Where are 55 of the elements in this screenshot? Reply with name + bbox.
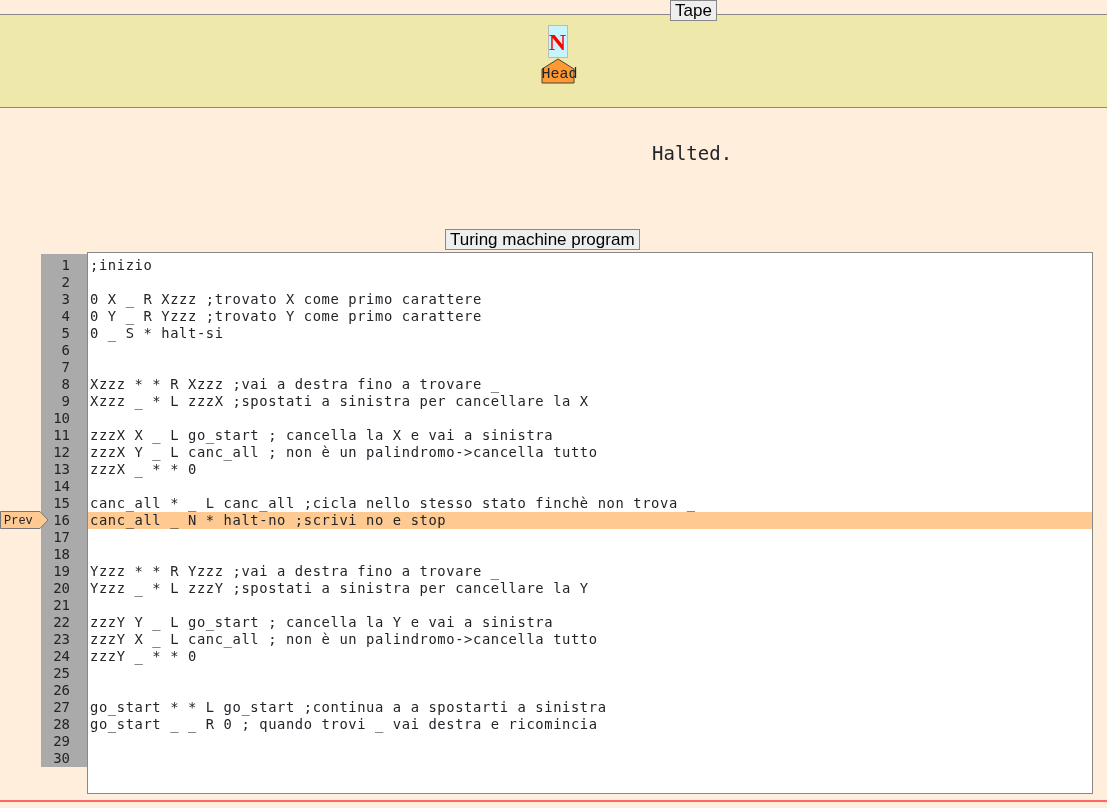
line-number: 24 (52, 648, 71, 665)
line-number: 23 (52, 631, 71, 648)
line-number: 18 (52, 546, 71, 563)
tape-legend: Tape (670, 0, 717, 21)
line-number: 25 (52, 665, 71, 682)
line-number: 15 (52, 495, 71, 512)
code-line: zzzX _ * * 0 (90, 461, 197, 478)
line-number: 20 (52, 580, 71, 597)
line-number: 14 (52, 478, 71, 495)
code-line: zzzX Y _ L canc_all ; non è un palindromo->cancella tutto (90, 444, 598, 461)
line-number: 4 (60, 308, 71, 325)
line-number: 29 (52, 733, 71, 750)
line-number: 3 (60, 291, 71, 308)
code-line: canc_all * _ L canc_all ;cicla nello stesso stato finchè non trova _ (90, 495, 696, 512)
code-line: zzzY Y _ L go_start ; cancella la Y e vai a sinistra (90, 614, 554, 631)
line-number: 12 (52, 444, 71, 461)
line-number: 8 (60, 376, 71, 393)
code-line: go_start _ _ R 0 ; quando trovi _ vai destra e ricomincia (90, 716, 598, 733)
line-number: 28 (52, 716, 71, 733)
line-number: 26 (52, 682, 71, 699)
code-line: 0 _ S * halt-si (90, 325, 224, 342)
tape-cell: N (547, 25, 568, 58)
code-line: Xzzz _ * L zzzX ;spostati a sinistra per cancellare la X (90, 393, 589, 410)
line-number: 11 (52, 427, 71, 444)
head-label: Head (541, 66, 578, 83)
prev-marker: Prev (0, 511, 49, 529)
code-line: canc_all _ N * halt-no ;scrivi no e stop (90, 512, 447, 529)
code-line: 0 Y _ R Yzzz ;trovato Y come primo carattere (90, 308, 482, 325)
line-number: 6 (60, 342, 71, 359)
line-number: 5 (60, 325, 71, 342)
line-number: 7 (60, 359, 71, 376)
line-number: 21 (52, 597, 71, 614)
line-number: 16 (52, 512, 71, 529)
line-number: 22 (52, 614, 71, 631)
line-number: 2 (60, 274, 71, 291)
line-number: 13 (52, 461, 71, 478)
line-number: 9 (60, 393, 71, 410)
code-line: go_start * * L go_start ;continua a a spostarti a sinistra (90, 699, 607, 716)
line-number: 1 (60, 257, 71, 274)
code-line: zzzY _ * * 0 (90, 648, 197, 665)
line-number: 27 (52, 699, 71, 716)
code-line: zzzY X _ L canc_all ; non è un palindromo->cancella tutto (90, 631, 598, 648)
status-text: Halted. (652, 142, 734, 164)
code-line: zzzX X _ L go_start ; cancella la X e vai a sinistra (90, 427, 554, 444)
code-editor[interactable] (87, 252, 1093, 794)
code-line: Xzzz * * R Xzzz ;vai a destra fino a trovare _ (90, 376, 500, 393)
line-number: 10 (52, 410, 71, 427)
code-line: Yzzz * * R Yzzz ;vai a destra fino a trovare _ (90, 563, 500, 580)
code-line: ;inizio (90, 257, 153, 274)
line-number: 19 (52, 563, 71, 580)
line-number: 30 (52, 750, 71, 767)
program-legend: Turing machine program (445, 229, 640, 250)
code-line: 0 X _ R Xzzz ;trovato X come primo carattere (90, 291, 482, 308)
code-line: Yzzz _ * L zzzY ;spostati a sinistra per cancellare la Y (90, 580, 589, 597)
line-number: 17 (52, 529, 71, 546)
